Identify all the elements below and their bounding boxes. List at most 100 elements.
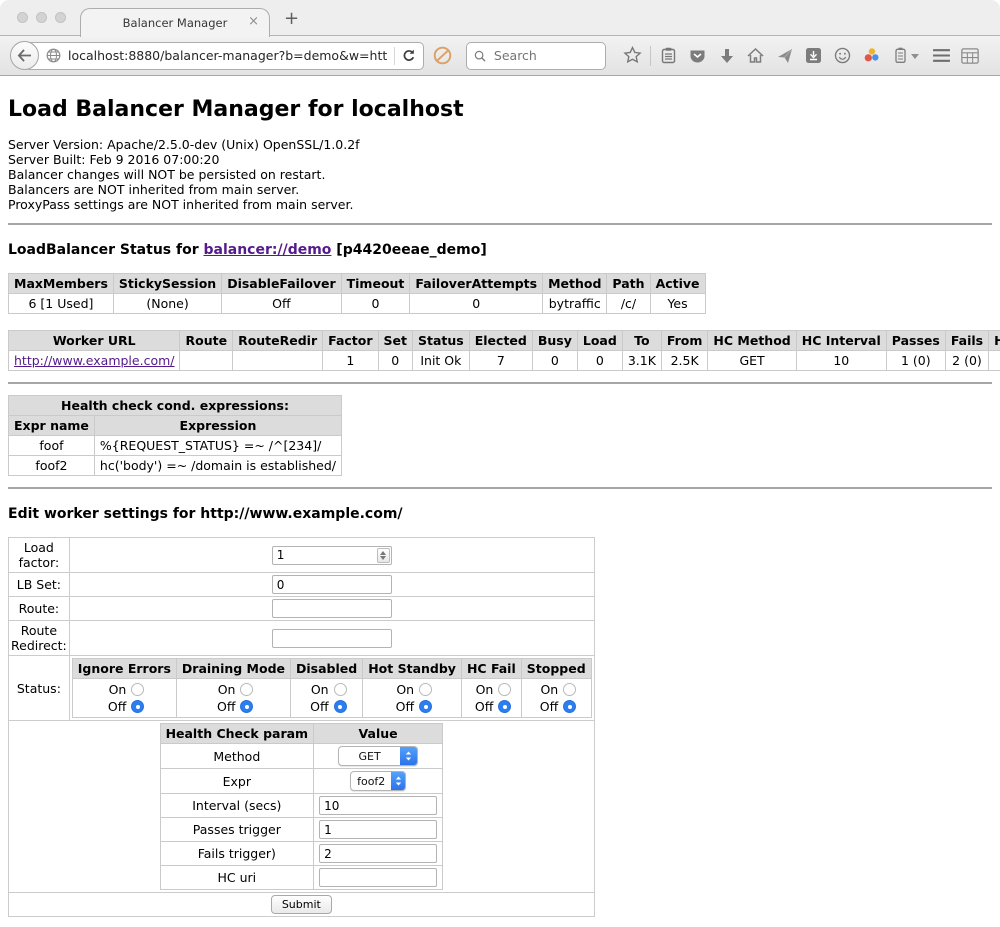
divider <box>8 382 992 384</box>
table-cell: (None) <box>113 294 221 314</box>
clipboard-icon[interactable] <box>659 47 679 64</box>
feedback-smiley-icon[interactable] <box>833 47 853 64</box>
status-column-header: Stopped <box>521 659 591 679</box>
submit-button[interactable]: Submit <box>271 895 332 914</box>
reload-button[interactable] <box>402 49 416 63</box>
divider <box>8 223 992 225</box>
status-stopped-off-radio[interactable] <box>563 700 576 713</box>
status-hc-fail-on-radio[interactable] <box>498 683 511 696</box>
column-header: Value <box>314 724 443 744</box>
hc-param-row: Expr foof2 <box>160 769 443 794</box>
column-header: HC Interval <box>796 331 886 351</box>
hc-interval-input[interactable] <box>319 796 437 815</box>
column-header: Expression <box>94 416 341 436</box>
form-row: Load factor: <box>9 538 595 573</box>
hc-passes-input[interactable] <box>319 820 437 839</box>
status-disabled-on-radio[interactable] <box>334 683 347 696</box>
route-input[interactable] <box>272 599 392 618</box>
hc-expr-select[interactable]: foof2 <box>350 771 406 791</box>
hc-param-row: Fails trigger) <box>160 842 443 866</box>
battery-icon[interactable] <box>891 47 911 64</box>
table-cell: 6 [1 Used] <box>9 294 114 314</box>
page-title: Load Balancer Manager for localhost <box>8 97 992 122</box>
status-cell-stopped: OnOff <box>521 679 591 718</box>
balancer-status-heading: LoadBalancer Status for balancer://demo … <box>8 242 992 258</box>
radio-label: Off <box>392 699 414 714</box>
table-cell: hc('body') =~ /domain is established/ <box>94 456 341 476</box>
new-tab-button[interactable]: + <box>284 8 299 29</box>
pocket-icon[interactable] <box>688 48 708 64</box>
balancer-summary-table: MaxMembersStickySessionDisableFailoverTi… <box>8 273 706 314</box>
bookmarks-grid-icon[interactable] <box>960 48 980 64</box>
column-header: Route <box>180 331 233 351</box>
tab-close-icon[interactable]: × <box>248 15 259 28</box>
save-to-device-icon[interactable] <box>804 48 824 63</box>
hc-fails-input[interactable] <box>319 844 437 863</box>
hc-param-row: HC uri <box>160 866 443 890</box>
divider <box>8 487 992 489</box>
hc-uri-input[interactable] <box>319 868 437 887</box>
zoom-window-button[interactable] <box>55 12 66 23</box>
status-draining-mode-off-radio[interactable] <box>240 700 253 713</box>
status-hc-fail-off-radio[interactable] <box>498 700 511 713</box>
balancer-link[interactable]: balancer://demo <box>204 242 332 258</box>
status-draining-mode-on-radio[interactable] <box>240 683 253 696</box>
back-button[interactable] <box>10 41 39 70</box>
table-cell: 0 <box>577 351 622 371</box>
status-hot-standby-off-radio[interactable] <box>419 700 432 713</box>
url-text[interactable]: localhost:8880/balancer-manager?b=demo&w… <box>68 48 387 63</box>
hc-param-label: Fails trigger) <box>160 842 314 866</box>
server-version: Server Version: Apache/2.5.0-dev (Unix) … <box>8 137 992 152</box>
hc-param-row: Interval (secs) <box>160 794 443 818</box>
worker-url-link[interactable]: http://www.example.com/ <box>14 353 174 368</box>
load-factor-input[interactable] <box>272 546 392 565</box>
table-cell: 2 (0) <box>945 351 988 371</box>
status-ignore-errors-on-radio[interactable] <box>131 683 144 696</box>
hc-method-select[interactable]: GET <box>338 746 418 766</box>
radio-label: Off <box>471 699 493 714</box>
health-check-param-table: Health Check param Value Method GET <box>160 723 444 890</box>
downloads-icon[interactable] <box>717 48 737 64</box>
globe-icon <box>46 48 61 63</box>
hc-param-label: Interval (secs) <box>160 794 314 818</box>
radio-label: On <box>471 682 493 697</box>
status-disabled-off-radio[interactable] <box>334 700 347 713</box>
status-hot-standby-on-radio[interactable] <box>419 683 432 696</box>
table-cell: GET <box>708 351 796 371</box>
table-cell: 2.5K <box>661 351 708 371</box>
status-stopped-on-radio[interactable] <box>563 683 576 696</box>
menu-icon[interactable] <box>931 48 951 63</box>
notice-line: Balancers are NOT inherited from main se… <box>8 182 992 197</box>
browser-tab[interactable]: Balancer Manager × <box>80 8 270 37</box>
table-row: 6 [1 Used](None)Off00bytraffic/c/Yes <box>9 294 706 314</box>
minimize-window-button[interactable] <box>36 12 47 23</box>
bookmark-star-icon[interactable] <box>623 46 643 65</box>
search-input[interactable] <box>492 47 598 64</box>
column-header: Load <box>577 331 622 351</box>
lb-set-input[interactable] <box>272 575 392 594</box>
column-header: Method <box>543 274 607 294</box>
status-column-header: Disabled <box>291 659 363 679</box>
home-icon[interactable] <box>746 48 766 63</box>
column-header: Status <box>413 331 470 351</box>
number-stepper-icon[interactable] <box>377 548 390 563</box>
table-cell <box>989 351 1000 371</box>
column-header: DisableFailover <box>222 274 341 294</box>
status-cell-disabled: OnOff <box>291 679 363 718</box>
field-label: Load factor: <box>9 538 70 573</box>
status-ignore-errors-off-radio[interactable] <box>131 700 144 713</box>
form-row: Route Redirect: <box>9 621 595 656</box>
column-header: MaxMembers <box>9 274 114 294</box>
table-cell: http://www.example.com/ <box>9 351 180 371</box>
table-row: foof%{REQUEST_STATUS} =~ /^[234]/ <box>9 436 342 456</box>
url-bar[interactable]: localhost:8880/balancer-manager?b=demo&w… <box>24 42 424 70</box>
column-header: Active <box>650 274 705 294</box>
route-redirect-input[interactable] <box>272 629 392 648</box>
color-dots-icon[interactable] <box>862 47 882 64</box>
status-label: Status: <box>9 656 70 721</box>
chevron-down-icon[interactable] <box>911 54 919 63</box>
close-window-button[interactable] <box>17 12 28 23</box>
send-icon[interactable] <box>775 48 795 64</box>
blocked-content-icon[interactable] <box>433 46 452 65</box>
search-bar[interactable] <box>466 42 606 70</box>
